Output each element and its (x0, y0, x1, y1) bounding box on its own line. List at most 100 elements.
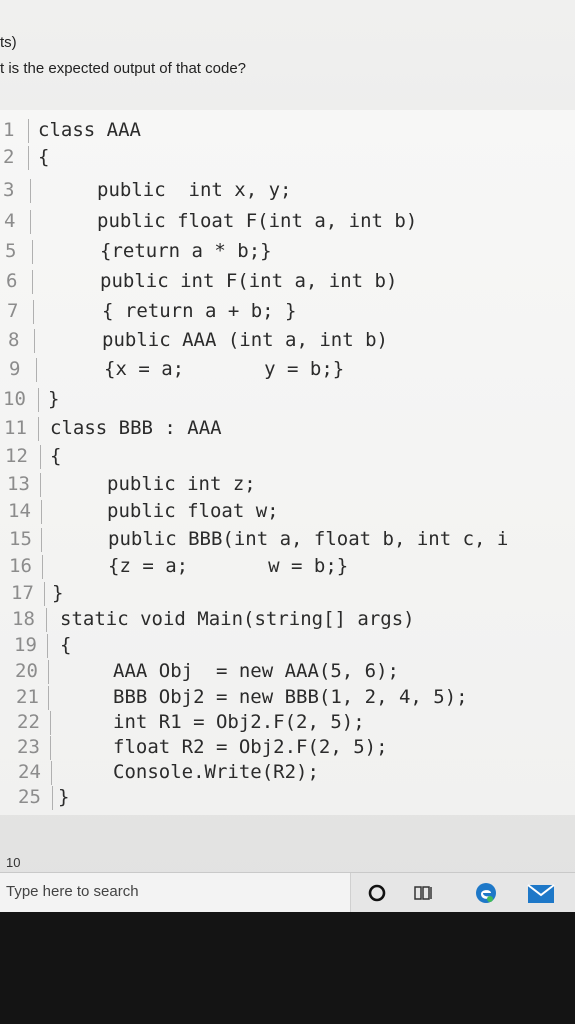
line-number: 2 (3, 146, 15, 168)
page-number: 10 (6, 855, 21, 870)
gutter-divider (41, 528, 42, 552)
task-view-icon[interactable] (413, 883, 433, 903)
code-line: 6 public int F(int a, int b) (0, 268, 575, 294)
line-number: 15 (9, 528, 32, 550)
code-line: 13 public int z; (0, 471, 575, 497)
code-text: {x = a; y = b;} (104, 358, 345, 380)
code-text: public int x, y; (97, 179, 292, 201)
code-line: 18 static void Main(string[] args) (0, 606, 575, 632)
code-text: { (60, 634, 72, 656)
line-number: 16 (9, 555, 32, 577)
code-line: 3 public int x, y; (0, 177, 575, 203)
gutter-divider (52, 786, 53, 810)
code-text: } (58, 786, 70, 808)
gutter-divider (34, 329, 35, 353)
code-text: { (38, 146, 50, 168)
line-number: 7 (7, 300, 19, 322)
code-text: {z = a; w = b;} (108, 555, 349, 577)
gutter-divider (30, 210, 31, 234)
line-number: 10 (3, 388, 26, 410)
edge-browser-icon[interactable] (474, 881, 498, 905)
code-text: AAA Obj = new AAA(5, 6); (113, 660, 399, 682)
gutter-divider (46, 608, 47, 632)
code-text: { (50, 445, 62, 467)
code-text: class AAA (38, 119, 141, 141)
taskbar-search-box[interactable]: Type here to search (0, 873, 351, 912)
gutter-divider (32, 270, 33, 294)
line-number: 20 (15, 660, 38, 682)
line-number: 6 (6, 270, 18, 292)
code-line: 2{ (0, 144, 575, 170)
line-number: 1 (3, 119, 15, 141)
line-number: 19 (14, 634, 37, 656)
code-text: float R2 = Obj2.F(2, 5); (113, 736, 388, 758)
gutter-divider (40, 445, 41, 469)
code-line: 14 public float w; (0, 498, 575, 524)
code-line: 5 {return a * b;} (0, 238, 575, 264)
cortana-circle-icon[interactable] (366, 882, 388, 904)
line-number: 5 (5, 240, 17, 262)
code-line: 20 AAA Obj = new AAA(5, 6); (0, 658, 575, 684)
code-line: 12 { (0, 443, 575, 469)
code-line: 22 int R1 = Obj2.F(2, 5); (0, 709, 575, 735)
code-line: 9 {x = a; y = b;} (0, 356, 575, 382)
line-number: 23 (17, 736, 40, 758)
line-number: 3 (3, 179, 15, 201)
gutter-divider (40, 473, 41, 497)
line-number: 24 (18, 761, 41, 783)
code-line: 17} (0, 580, 575, 606)
code-text: Console.Write(R2); (113, 761, 319, 783)
code-text: {return a * b;} (100, 240, 272, 262)
line-number: 4 (4, 210, 16, 232)
code-line: 4 public float F(int a, int b) (0, 208, 575, 234)
mail-icon[interactable] (527, 881, 555, 905)
gutter-divider (32, 240, 33, 264)
line-number: 13 (7, 473, 30, 495)
code-line: 1 class AAA (0, 117, 575, 143)
gutter-divider (36, 358, 37, 382)
search-placeholder: Type here to search (6, 883, 139, 900)
gutter-divider (38, 388, 39, 412)
question-prompt: t is the expected output of that code? (0, 60, 247, 77)
code-text: } (48, 388, 60, 410)
code-text: BBB Obj2 = new BBB(1, 2, 4, 5); (113, 686, 468, 708)
question-marks: ts) (0, 34, 17, 51)
gutter-divider (30, 179, 31, 203)
gutter-divider (48, 686, 49, 710)
code-text: public AAA (int a, int b) (102, 329, 388, 351)
code-text: public float F(int a, int b) (97, 210, 418, 232)
code-line: 25} (0, 784, 575, 810)
code-line: 16 {z = a; w = b;} (0, 553, 575, 579)
code-text: public int F(int a, int b) (100, 270, 398, 292)
taskbar: Type here to search (0, 873, 575, 912)
gutter-divider (47, 634, 48, 658)
code-text: class BBB : AAA (50, 417, 222, 439)
code-line: 24 Console.Write(R2); (0, 759, 575, 785)
gutter-divider (42, 555, 43, 579)
code-line: 8 public AAA (int a, int b) (0, 327, 575, 353)
code-text: public BBB(int a, float b, int c, i (108, 528, 509, 550)
line-number: 21 (16, 686, 39, 708)
code-line: 21 BBB Obj2 = new BBB(1, 2, 4, 5); (0, 684, 575, 710)
gutter-divider (33, 300, 34, 324)
code-text: public int z; (107, 473, 256, 495)
code-text: static void Main(string[] args) (60, 608, 415, 630)
code-line: 11 class BBB : AAA (0, 415, 575, 441)
line-number: 11 (4, 417, 27, 439)
code-text: { return a + b; } (102, 300, 297, 322)
line-number: 9 (9, 358, 21, 380)
line-number: 14 (8, 500, 31, 522)
code-text: } (52, 582, 64, 604)
line-number: 22 (17, 711, 40, 733)
code-line: 7 { return a + b; } (0, 298, 575, 324)
gutter-divider (38, 417, 39, 441)
gutter-divider (28, 146, 29, 170)
line-number: 8 (8, 329, 20, 351)
gutter-divider (28, 119, 29, 143)
gutter-divider (48, 660, 49, 684)
line-number: 12 (5, 445, 28, 467)
line-number: 17 (11, 582, 34, 604)
gutter-divider (50, 736, 51, 760)
gutter-divider (41, 500, 42, 524)
screen: ts) t is the expected output of that cod… (0, 0, 575, 912)
